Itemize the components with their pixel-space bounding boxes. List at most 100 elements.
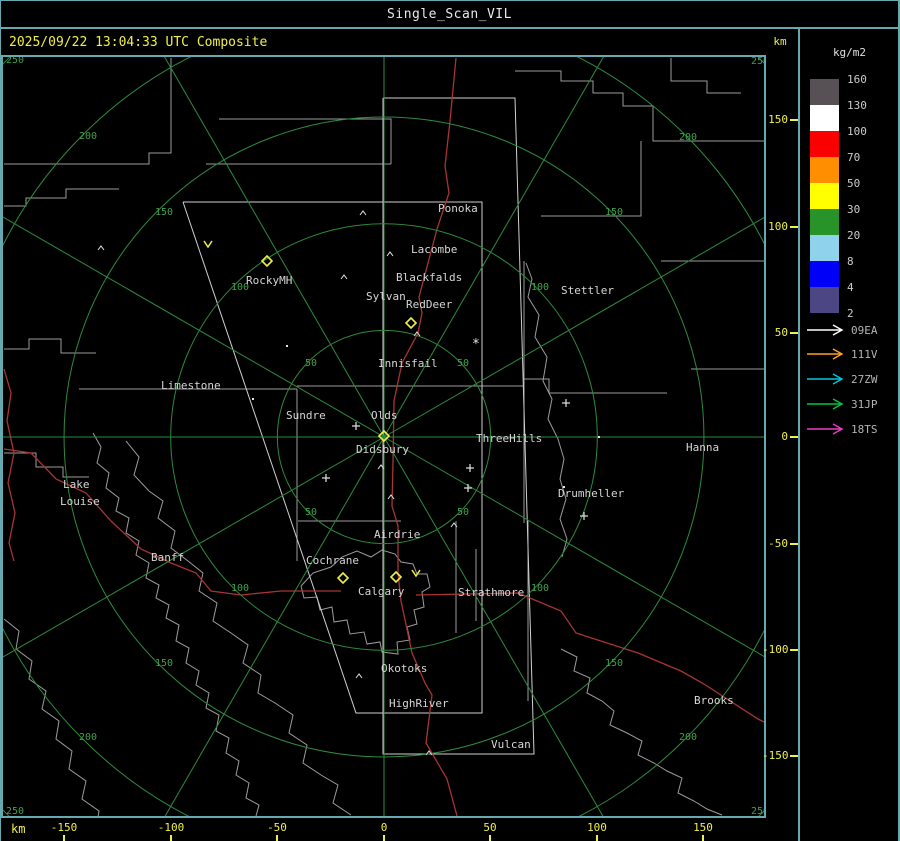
radial-line [164,57,385,438]
legend-value-label: 20 [847,229,860,242]
bottom-axis-tick-label: 0 [380,821,388,834]
legend-color-swatch [810,183,839,209]
timestamp: 2025/09/22 13:04:33 UTC Composite [9,34,268,50]
city-label: Sylvan [366,290,406,303]
bottom-axis-tick [702,835,704,841]
city-label: Didsbury [356,443,409,456]
range-ring-label: 50 [457,507,469,518]
city-label: Lake [63,478,90,491]
city-label: Innisfail [378,357,438,370]
right-axis-unit: km [773,35,787,48]
radar-map: 50 5050 50100 100100 100150 150150 150200 20020… [3,57,764,816]
boundary-line [4,338,96,354]
range-ring-label: 200 [79,131,97,142]
city-label: RedDeer [406,298,453,311]
range-ring-label: 150 [605,658,623,669]
boundary-line [4,188,119,207]
caret-marker-icon [355,673,363,679]
right-axis-tick [790,332,798,334]
city-label: Vulcan [491,738,531,751]
range-rings [3,57,764,816]
radial-line [164,436,385,816]
bottom-axis: km -150 -100 -50 0 50 100 150 [1,818,798,841]
right-axis-tick-label: -50 [768,537,788,550]
right-axis-tick-label: 0 [781,430,788,443]
highway-line [3,448,341,596]
range-ring-label: 250 [751,806,764,816]
range-ring-label: 100 [531,282,549,293]
bottom-axis-tick-label: -150 [50,821,78,834]
legend-value-label: 2 [847,307,854,320]
bottom-axis-tick [489,835,491,841]
city-label: Strathmore [458,586,524,599]
legend-value-label: 130 [847,99,867,112]
title-bar: Single_Scan_VIL [1,1,898,29]
legend-color-swatch [810,287,839,313]
map-markers: * [97,210,600,756]
legend-value-label: 4 [847,281,854,294]
range-ring-label: 150 [155,658,173,669]
city-label: Lacombe [411,243,457,256]
right-axis-tick [790,119,798,121]
legend-color-swatch [810,157,839,183]
caret-marker-icon [340,274,348,280]
city-label: Sundre [286,409,326,422]
caret-marker-icon [97,245,105,251]
city-label: Blackfalds [396,271,462,284]
right-axis-tick [790,649,798,651]
range-ring-label: 200 [679,732,697,743]
map-frame: 50 50 50 50 100 100 100 100 150 150 150 150 200 200 20… [1,55,766,818]
radar-site-diamond-icon [404,316,418,330]
range-ring-label: 250 [6,57,24,66]
legend-color-swatch [810,105,839,131]
city-label: Okotoks [381,662,427,675]
boundary-line [3,618,100,816]
legend-scale: 160 130 100 70 50 30 20 8 4 2 09EA 111V 27ZW 31JP 18TS [807,73,878,436]
bottom-axis-tick [63,835,65,841]
radial-line [3,216,385,438]
track-id-label: 09EA [851,324,878,337]
radar-site-diamond-icon [389,570,403,584]
boundary-line [560,648,723,816]
city-label: Limestone [161,379,221,392]
right-axis-tick-label: 50 [774,326,788,339]
track-id-label: 31JP [851,398,878,411]
boundary-line [4,58,172,165]
range-ring-label: 150 [155,207,173,218]
bottom-axis-tick [383,835,385,841]
bottom-axis-tick-label: 50 [483,821,497,834]
bottom-axis-tick-label: 100 [587,821,607,834]
legend-value-label: 30 [847,203,860,216]
city-label: Calgary [358,585,405,598]
city-label: Cochrane [306,554,359,567]
right-axis-tick [790,755,798,757]
range-ring-label: 100 [531,583,549,594]
legend-color-swatch [810,261,839,287]
boundary-line [670,58,741,94]
town-dot-icon [598,436,600,438]
window-title: Single_Scan_VIL [387,6,512,22]
bottom-axis-tick-label: -50 [267,821,287,834]
caret-marker-icon [387,494,395,500]
legend-color-swatch [810,79,839,105]
caret-marker-icon [386,251,394,257]
boundary-line [4,452,89,478]
legend-color-swatch [810,209,839,235]
info-bar: 2025/09/22 13:04:33 UTC Composite [1,29,796,55]
track-id-label: 18TS [851,423,878,436]
radar-app-window: Single_Scan_VIL 2025/09/22 13:04:33 UTC … [0,0,900,841]
boundary-line [525,262,568,558]
city-label: HighRiver [389,697,449,710]
city-label: Brooks [694,694,734,707]
bottom-axis-tick [276,835,278,841]
city-label: Louise [60,495,100,508]
right-axis: 150 100 50 0 -50 -100 -150 [762,55,798,818]
legend-color-swatch [810,235,839,261]
bottom-axis-tick [170,835,172,841]
legend-value-label: 50 [847,177,860,190]
boundary-line [541,141,642,217]
city-label: Airdrie [374,528,420,541]
range-ring-label: 150 [605,207,623,218]
range-ring-label: 250 [751,57,764,67]
scan-sector [382,97,535,755]
